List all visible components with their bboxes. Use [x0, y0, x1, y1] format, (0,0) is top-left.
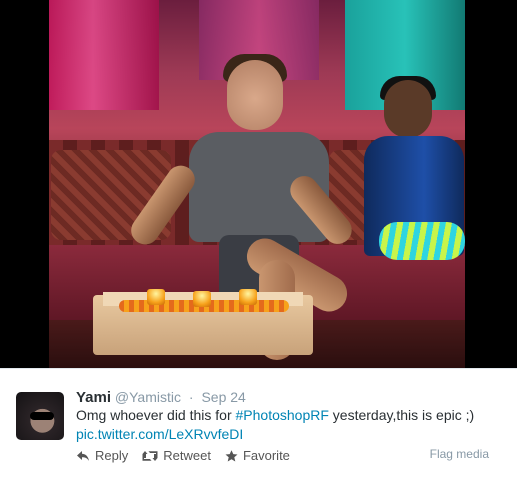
avatar-glasses: [30, 412, 54, 420]
tweet-text-before: Omg whoever did this for: [76, 407, 236, 423]
photo-curtain-left: [49, 0, 159, 110]
retweet-label: Retweet: [163, 448, 211, 463]
favorite-label: Favorite: [242, 448, 290, 463]
header-separator: ·: [188, 389, 194, 405]
reply-arrow-icon: [76, 450, 90, 462]
tweet-photo[interactable]: [49, 0, 465, 368]
user-name[interactable]: Yami: [76, 389, 111, 406]
photo-sneaker: [379, 222, 465, 260]
retweet-icon: [142, 450, 158, 462]
hashtag-link[interactable]: #PhotoshopRF: [236, 407, 329, 423]
user-handle[interactable]: @Yamistic: [115, 389, 181, 405]
photo-candle: [193, 291, 211, 307]
tweet-text: Omg whoever did this for #PhotoshopRF ye…: [76, 407, 474, 423]
reply-button[interactable]: Reply: [76, 448, 128, 463]
favorite-button[interactable]: Favorite: [225, 448, 290, 463]
photo-candle: [239, 289, 257, 305]
photo-artist-head: [384, 80, 432, 138]
flag-media-link[interactable]: Flag media: [430, 447, 489, 461]
tweet-actions: Reply Retweet Favorite: [76, 448, 290, 463]
photo-head: [227, 60, 283, 130]
tweet-header: Yami @Yamistic · Sep 24: [76, 389, 246, 406]
tweet-date[interactable]: Sep 24: [201, 389, 245, 405]
photo-candle: [147, 289, 165, 305]
reply-label: Reply: [95, 448, 129, 463]
media-link[interactable]: pic.twitter.com/LeXRvvfeDI: [76, 426, 243, 442]
avatar[interactable]: [16, 392, 64, 440]
tweet-media-panel[interactable]: [0, 0, 517, 368]
tweet-text-after: yesterday,this is epic ;): [328, 407, 475, 423]
star-icon: [225, 449, 238, 462]
retweet-button[interactable]: Retweet: [142, 448, 211, 463]
